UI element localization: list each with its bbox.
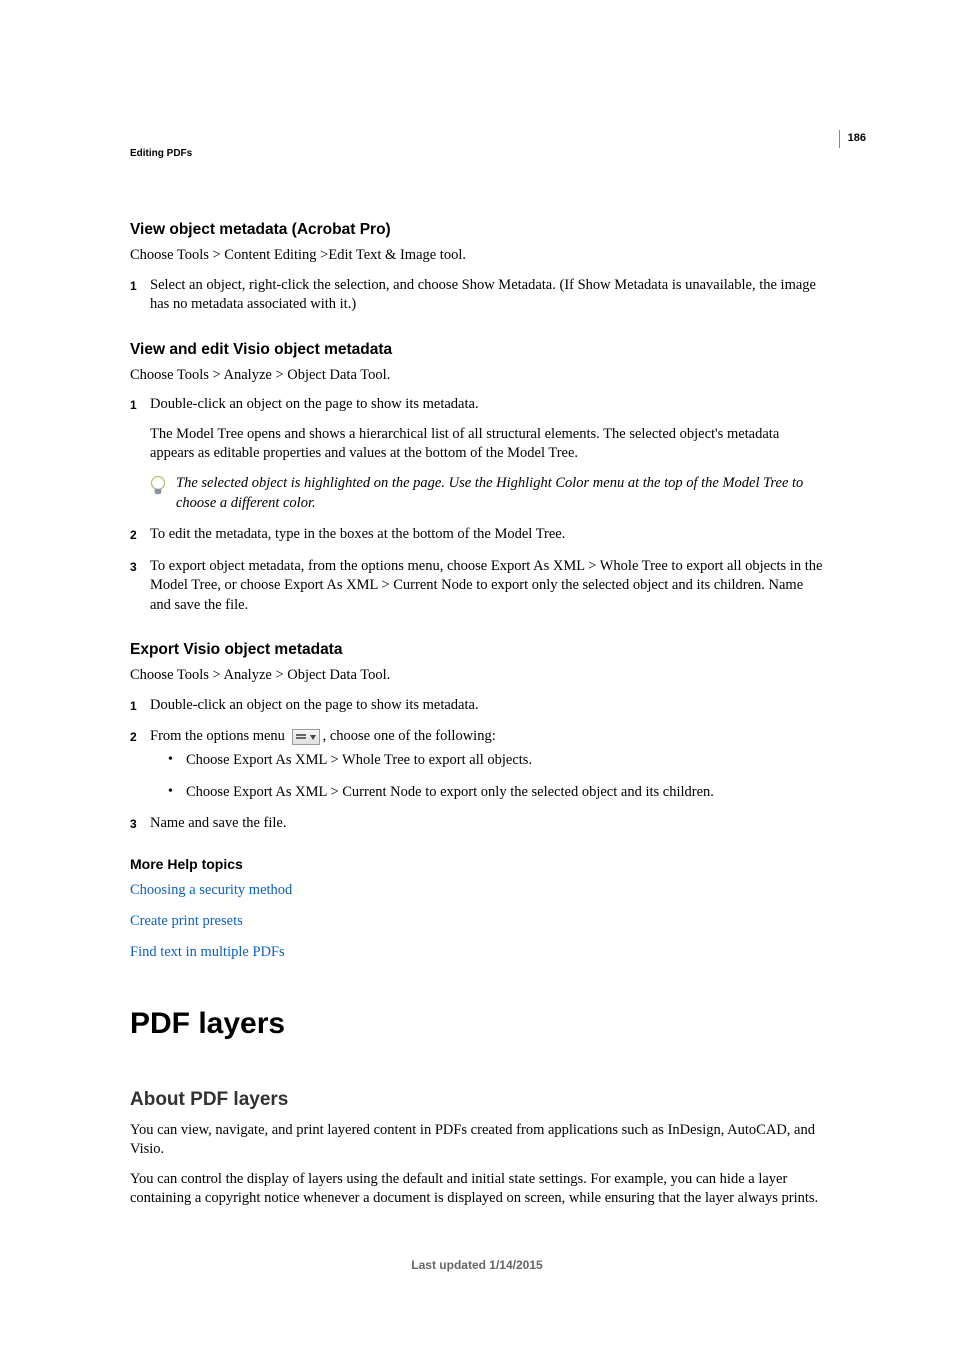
running-head: Editing PDFs [130, 148, 192, 159]
lightbulb-icon [150, 475, 166, 499]
step-item: Double-click an object on the page to sh… [130, 696, 825, 716]
bullet-item: Choose Export As XML > Whole Tree to exp… [158, 751, 825, 771]
page-number: 186 [839, 130, 866, 148]
heading-about-pdf-layers: About PDF layers [130, 1089, 825, 1111]
heading-export-visio-metadata: Export Visio object metadata [130, 641, 825, 659]
link-find-text-multiple-pdfs[interactable]: Find text in multiple PDFs [130, 944, 825, 961]
section-title-pdf-layers: PDF layers [130, 1007, 825, 1041]
step-text: , choose one of the following: [323, 728, 496, 744]
step-text: Double-click an object on the page to sh… [150, 395, 825, 415]
paragraph: Choose Tools > Analyze > Object Data Too… [130, 666, 825, 686]
paragraph: Choose Tools > Content Editing >Edit Tex… [130, 246, 825, 266]
paragraph: Choose Tools > Analyze > Object Data Too… [130, 366, 825, 386]
link-choosing-security-method[interactable]: Choosing a security method [130, 882, 825, 899]
options-menu-icon [292, 729, 320, 745]
bullet-item: Choose Export As XML > Current Node to e… [158, 783, 825, 803]
paragraph: You can view, navigate, and print layere… [130, 1121, 825, 1160]
heading-view-edit-visio-metadata: View and edit Visio object metadata [130, 341, 825, 359]
tip-note: The selected object is highlighted on th… [150, 474, 825, 513]
step-item: To edit the metadata, type in the boxes … [130, 525, 825, 545]
step-text: From the options menu [150, 728, 289, 744]
tip-text: The selected object is highlighted on th… [176, 475, 803, 511]
heading-view-object-metadata: View object metadata (Acrobat Pro) [130, 221, 825, 239]
step-item: To export object metadata, from the opti… [130, 557, 825, 616]
paragraph: You can control the display of layers us… [130, 1170, 825, 1209]
step-text: The Model Tree opens and shows a hierarc… [150, 425, 825, 464]
step-item: Select an object, right-click the select… [130, 276, 825, 315]
link-create-print-presets[interactable]: Create print presets [130, 913, 825, 930]
more-help-heading: More Help topics [130, 856, 825, 872]
step-item: Name and save the file. [130, 814, 825, 834]
step-item: Double-click an object on the page to sh… [130, 395, 825, 513]
step-item: From the options menu , choose one of th… [130, 727, 825, 802]
footer-last-updated: Last updated 1/14/2015 [0, 1258, 954, 1272]
